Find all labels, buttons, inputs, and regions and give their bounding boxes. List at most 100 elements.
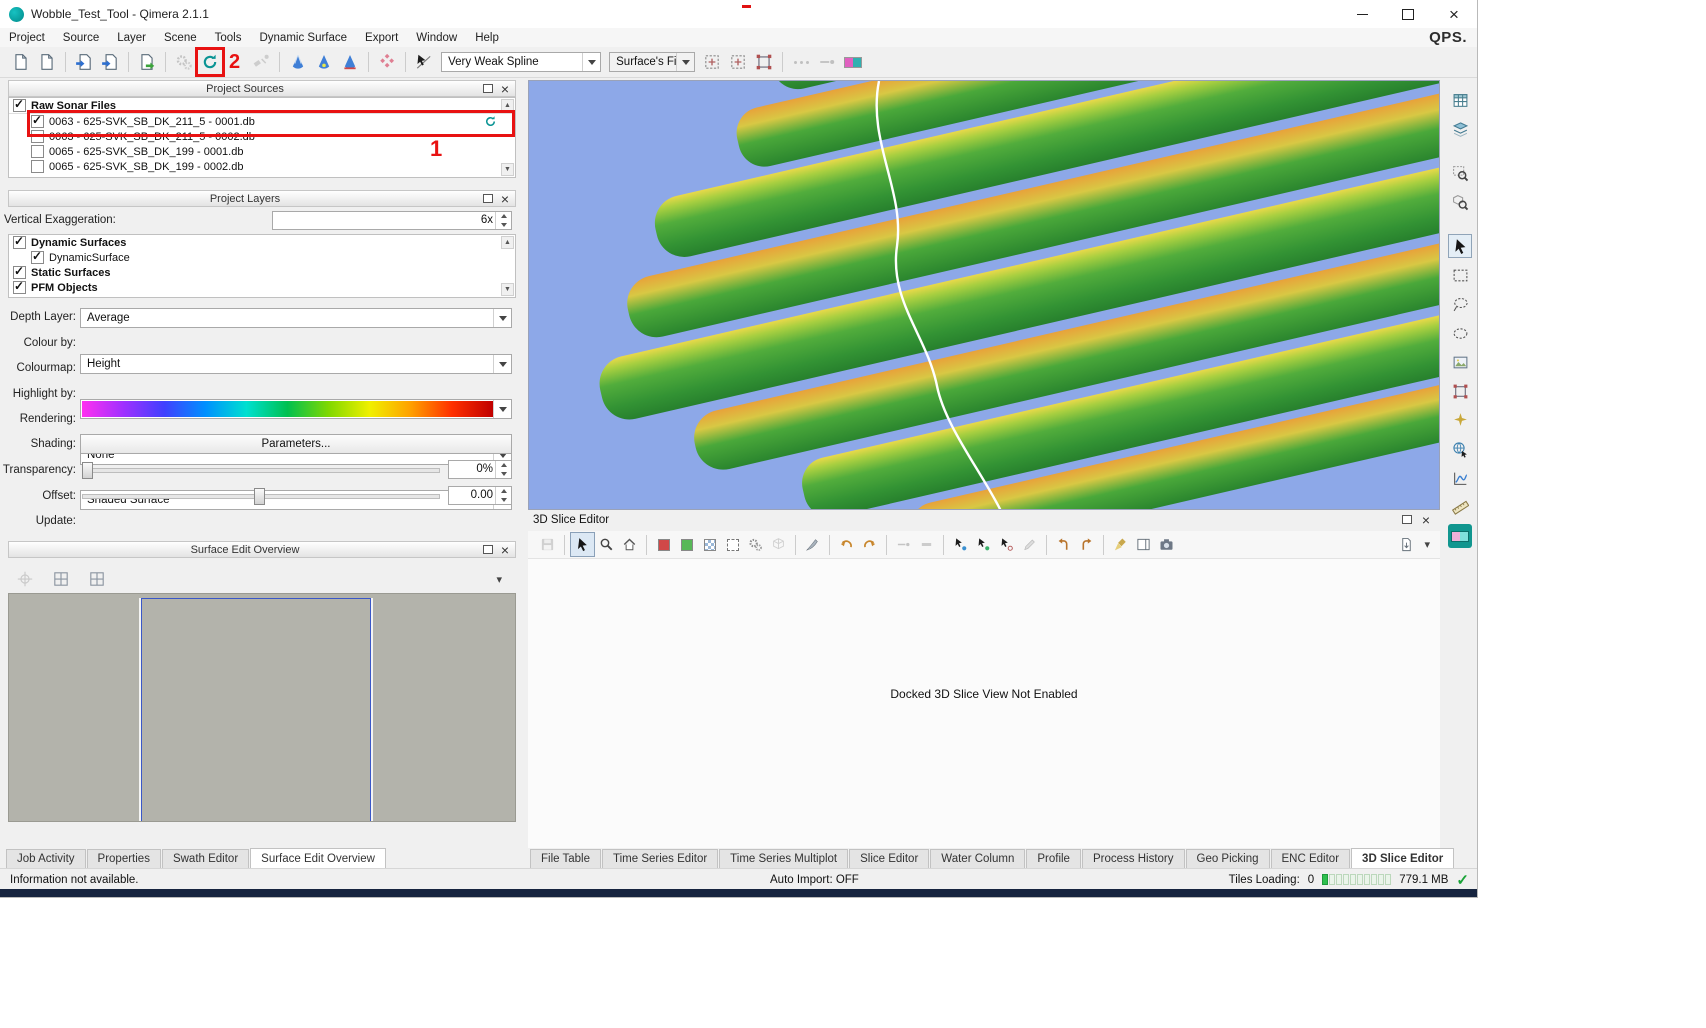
surface-files-menu[interactable]: Surface's Files: [609, 52, 695, 72]
slider-thumb[interactable]: [254, 488, 265, 505]
tab-enc-editor[interactable]: ENC Editor: [1271, 849, 1351, 868]
scroll-up-icon[interactable]: [501, 236, 514, 249]
spin-up-icon[interactable]: [496, 487, 511, 496]
redo-icon[interactable]: [858, 533, 881, 556]
eraser-icon[interactable]: [915, 533, 938, 556]
cube-view-icon[interactable]: [767, 533, 790, 556]
tab-time-series-multiplot[interactable]: Time Series Multiplot: [719, 849, 848, 868]
export-source-icon[interactable]: [134, 49, 160, 75]
ellipse-select-icon[interactable]: [1448, 321, 1472, 345]
tab-process-history[interactable]: Process History: [1082, 849, 1185, 868]
spin-down-icon[interactable]: [496, 470, 511, 479]
shading-parameters-button[interactable]: Parameters...: [80, 434, 512, 454]
float-panel-icon[interactable]: [481, 544, 495, 556]
rect-select-icon[interactable]: [1448, 263, 1472, 287]
scene-3d-view[interactable]: [528, 80, 1440, 510]
checkbox-checked-icon[interactable]: [13, 236, 26, 249]
segment-icon[interactable]: [892, 533, 915, 556]
sonar-beam-icon[interactable]: [285, 49, 311, 75]
reprocess-files-icon[interactable]: [197, 49, 223, 75]
vertical-exaggeration-spinbox[interactable]: 6x: [272, 211, 512, 230]
checkbox-icon[interactable]: [31, 145, 44, 158]
checker-select-icon[interactable]: [698, 533, 721, 556]
reject-cell-icon[interactable]: [652, 533, 675, 556]
scalpel-icon[interactable]: [801, 533, 824, 556]
accept-cell-icon[interactable]: [675, 533, 698, 556]
colourmap-dropdown[interactable]: [80, 399, 512, 419]
close-panel-icon[interactable]: [498, 83, 512, 95]
menu-export[interactable]: Export: [356, 30, 407, 46]
undo-icon[interactable]: [835, 533, 858, 556]
tab-profile[interactable]: Profile: [1026, 849, 1081, 868]
collapse-chevron-icon[interactable]: [1424, 538, 1430, 551]
rotate-right-icon[interactable]: [1075, 533, 1098, 556]
pencil-edit-icon[interactable]: [1018, 533, 1041, 556]
zoom-window-icon[interactable]: [1448, 161, 1472, 185]
offset-spinbox[interactable]: 0.00: [448, 486, 512, 505]
menu-scene[interactable]: Scene: [155, 30, 206, 46]
menu-layer[interactable]: Layer: [108, 30, 155, 46]
transparency-slider[interactable]: [80, 460, 442, 479]
menu-project[interactable]: Project: [0, 30, 54, 46]
menu-help[interactable]: Help: [466, 30, 508, 46]
lasso-select-icon[interactable]: [1448, 292, 1472, 316]
tab-geo-picking[interactable]: Geo Picking: [1186, 849, 1270, 868]
pick-reject-icon[interactable]: [995, 533, 1018, 556]
transparency-spinbox[interactable]: 0%: [448, 460, 512, 479]
close-panel-icon[interactable]: [498, 544, 512, 556]
float-panel-icon[interactable]: [1400, 514, 1414, 526]
tab-properties[interactable]: Properties: [87, 849, 161, 868]
zoom-3d-icon[interactable]: [1448, 190, 1472, 214]
tab-time-series-editor[interactable]: Time Series Editor: [602, 849, 718, 868]
scroll-up-icon[interactable]: [501, 99, 514, 112]
grid-tool-3-icon[interactable]: [751, 49, 777, 75]
select-pointer-icon[interactable]: [1448, 234, 1472, 258]
track-dots-icon[interactable]: [788, 49, 814, 75]
minimize-button[interactable]: [1339, 0, 1385, 28]
offset-slider[interactable]: [80, 486, 442, 505]
sweep-icon[interactable]: [1109, 533, 1132, 556]
source-group-row[interactable]: Raw Sonar Files: [9, 98, 515, 114]
menu-tools[interactable]: Tools: [206, 30, 251, 46]
spin-up-icon[interactable]: [496, 461, 511, 470]
layer-row[interactable]: DynamicSurface: [9, 250, 515, 265]
tab-surface-edit-overview[interactable]: Surface Edit Overview: [250, 848, 386, 868]
tab-swath-editor[interactable]: Swath Editor: [162, 849, 249, 868]
spin-down-icon[interactable]: [496, 221, 511, 230]
scroll-down-icon[interactable]: [501, 163, 514, 176]
checkbox-checked-icon[interactable]: [13, 99, 26, 112]
new-project-icon[interactable]: [8, 49, 34, 75]
tile-view-icon[interactable]: [48, 566, 74, 592]
spin-up-icon[interactable]: [496, 212, 511, 221]
pick-accept-icon[interactable]: [972, 533, 995, 556]
magic-select-icon[interactable]: [1448, 408, 1472, 432]
colour-by-dropdown[interactable]: Height: [80, 354, 512, 374]
menu-window[interactable]: Window: [407, 30, 466, 46]
tab-job-activity[interactable]: Job Activity: [6, 849, 86, 868]
menu-source[interactable]: Source: [54, 30, 108, 46]
profile-view-icon[interactable]: [1448, 350, 1472, 374]
satellite-icon[interactable]: [248, 49, 274, 75]
collapse-chevron-icon[interactable]: [496, 573, 502, 586]
segment-link-icon[interactable]: [814, 49, 840, 75]
rotate-left-icon[interactable]: [1052, 533, 1075, 556]
layer-table-icon[interactable]: [1448, 88, 1472, 112]
tab-water-column[interactable]: Water Column: [930, 849, 1025, 868]
import-source-icon[interactable]: [71, 49, 97, 75]
tab-3d-slice-editor[interactable]: 3D Slice Editor: [1351, 848, 1454, 868]
overview-extent-rect[interactable]: [141, 598, 371, 822]
filter-grid-icon[interactable]: [374, 49, 400, 75]
tab-slice-editor[interactable]: Slice Editor: [849, 849, 929, 868]
close-button[interactable]: [1431, 0, 1477, 28]
geo-pick-icon[interactable]: [1448, 437, 1472, 461]
layer-stack-icon[interactable]: [1448, 117, 1472, 141]
float-panel-icon[interactable]: [481, 83, 495, 95]
layer-row[interactable]: Static Surfaces: [9, 265, 515, 280]
checkbox-checked-icon[interactable]: [13, 281, 26, 294]
sonar-swath-icon[interactable]: [337, 49, 363, 75]
open-document-icon[interactable]: [34, 49, 60, 75]
grid-tool-1-icon[interactable]: [699, 49, 725, 75]
snapshot-camera-icon[interactable]: [1155, 533, 1178, 556]
slider-thumb[interactable]: [82, 462, 93, 479]
checkbox-checked-icon[interactable]: [31, 251, 44, 264]
